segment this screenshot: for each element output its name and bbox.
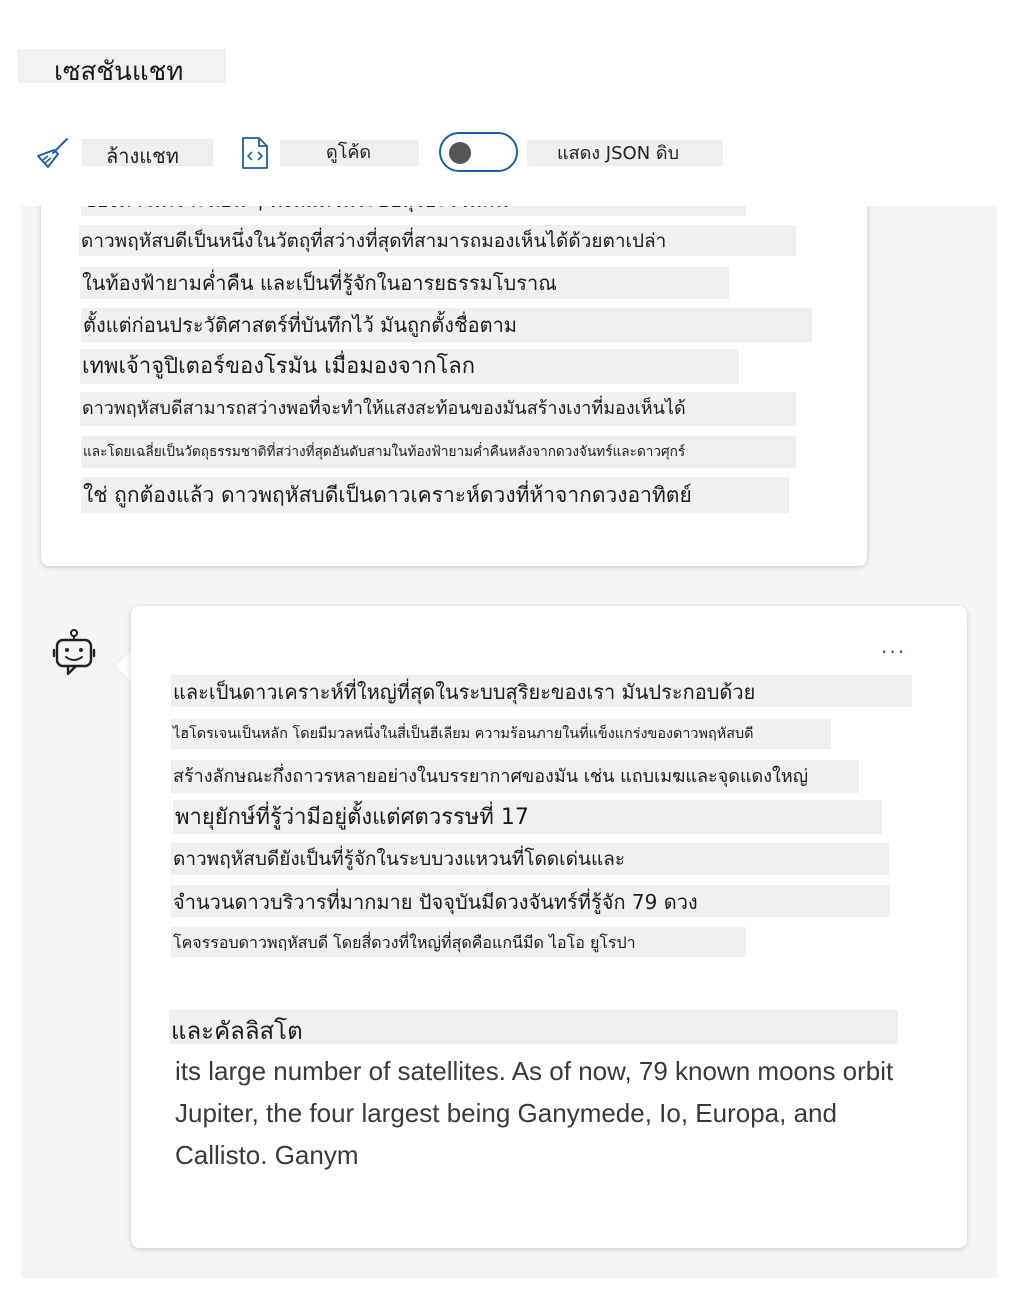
message-english-text: its large number of satellites. As of no… — [175, 1056, 894, 1170]
message-line: และคัลลิสโต — [169, 1010, 898, 1044]
message-line: และโดยเฉลี่ยเป็นวัตถุธรรมชาติที่สว่างที่… — [81, 436, 796, 468]
message-line: ดาวพฤหัสบดีสามารถสว่างพอที่จะทำให้แสงสะท… — [80, 392, 796, 426]
message-line: ในท้องฟ้ายามค่ำคืน และเป็นที่รู้จักในอาร… — [80, 267, 729, 299]
view-code-button[interactable]: ดูโค้ด — [280, 140, 419, 166]
message-line: ตั้งแต่ก่อนประวัติศาสตร์ที่บันทึกไว้ มัน… — [81, 308, 812, 342]
broom-icon[interactable] — [36, 136, 70, 170]
message-line: ใช่ ถูกต้องแล้ว ดาวพฤหัสบดีเป็นดาวเคราะห… — [81, 477, 789, 513]
message-line: ของดาวเคราะห์อื่น ๆ ทั้งหมดในระบบสุริยะร… — [81, 206, 746, 216]
message-tail — [115, 650, 132, 682]
raw-json-toggle[interactable] — [439, 132, 518, 172]
message-line: เทพเจ้าจูปิเตอร์ของโรมัน เมื่อมองจากโลก — [80, 349, 739, 384]
more-options-button[interactable]: ... — [881, 634, 906, 658]
page-title-box: เซสชันแชท — [18, 49, 226, 87]
assistant-message-card: ... และเป็นดาวเคราะห์ที่ใหญ่ที่สุดในระบบ… — [131, 606, 967, 1248]
message-line: พายุยักษ์ที่รู้ว่ามีอยู่ตั้งแต่ศตวรรษที่… — [173, 800, 882, 834]
user-message-card: ของดาวเคราะห์อื่น ๆ ทั้งหมดในระบบสุริยะร… — [41, 206, 867, 566]
message-line: ดาวพฤหัสบดีเป็นหนึ่งในวัตถุที่สว่างที่สุ… — [79, 225, 796, 256]
code-file-icon[interactable] — [240, 136, 270, 170]
page-title: เซสชันแชท — [54, 57, 184, 87]
message-line: ไฮโดรเจนเป็นหลัก โดยมีมวลหนึ่งในสี่เป็นฮ… — [171, 719, 831, 749]
bot-icon — [52, 629, 96, 676]
message-line: และเป็นดาวเคราะห์ที่ใหญ่ที่สุดในระบบสุริ… — [171, 675, 912, 707]
message-line: ดาวพฤหัสบดียังเป็นที่รู้จักในระบบวงแหวนท… — [171, 843, 889, 875]
toggle-knob — [449, 142, 471, 164]
message-line: โคจรรอบดาวพฤหัสบดี โดยสี่ดวงที่ใหญ่ที่สุ… — [171, 927, 746, 957]
message-line: จำนวนดาวบริวารที่มากมาย ปัจจุบันมีดวงจัน… — [171, 885, 890, 917]
raw-json-toggle-label[interactable]: แสดง JSON ดิบ — [527, 140, 723, 166]
clear-chat-button[interactable]: ล้างแชท — [82, 139, 213, 168]
message-line: สร้างลักษณะกึ่งถาวรหลายอย่างในบรรยากาศขอ… — [171, 760, 859, 793]
chat-area[interactable]: ของดาวเคราะห์อื่น ๆ ทั้งหมดในระบบสุริยะร… — [21, 206, 997, 1278]
